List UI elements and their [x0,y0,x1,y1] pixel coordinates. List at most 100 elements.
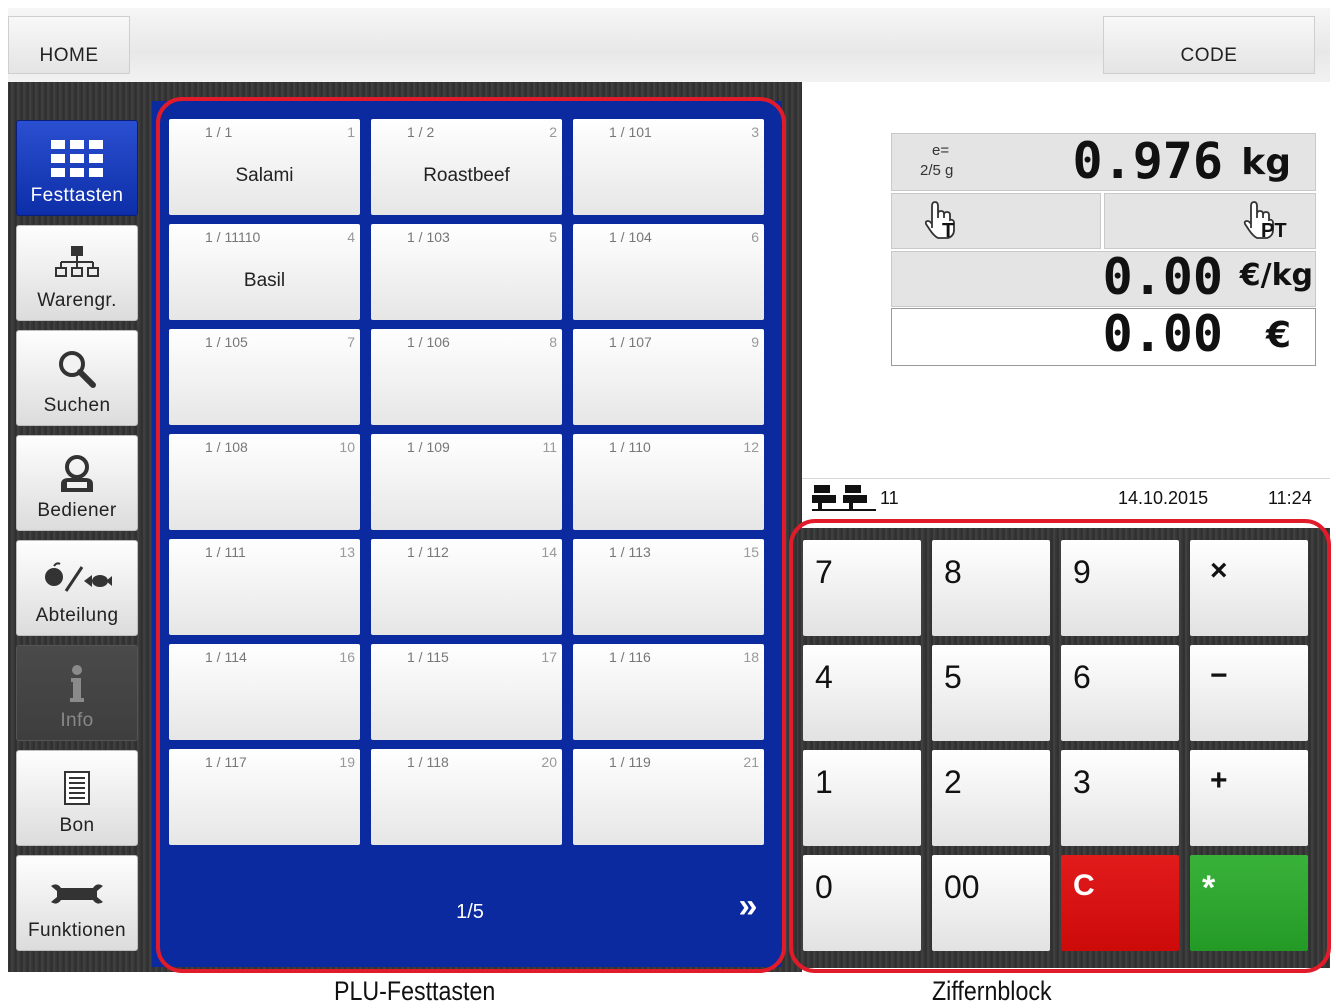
clear-key[interactable]: C [1061,855,1179,951]
weight-row: e= 2/5 g 0.976 kg [891,132,1316,191]
plu-key[interactable]: 1 / 116 18 [573,644,764,740]
plu-panel: 1 / 1 1 Salami 1 / 2 2 Roastbeef 1 / 101 3 1 / 1… [152,101,782,967]
plu-key[interactable]: 1 / 104 6 [573,224,764,320]
numpad-key[interactable]: 1 [803,750,921,846]
plu-index: 3 [751,124,759,140]
plu-key[interactable]: 1 / 114 16 [169,644,360,740]
sidebar-item-suchen[interactable]: Suchen [16,330,138,426]
e-value: 2/5 g [920,162,954,179]
sidebar-item-bediener[interactable]: Bediener [16,435,138,531]
plu-key[interactable]: 1 / 108 10 [169,434,360,530]
status-bar: 11 14.10.2015 11:24 [802,478,1330,518]
plu-index: 4 [347,229,355,245]
plu-key[interactable]: 1 / 112 14 [371,539,562,635]
sidebar-item-festtasten[interactable]: Festtasten [16,120,138,216]
scale-display: e= 2/5 g 0.976 kg T PT 0.00 €/kg 0.00 € [891,132,1316,366]
plu-key[interactable]: 1 / 118 20 [371,749,562,845]
numpad-key[interactable]: 2 [932,750,1050,846]
plu-code: 1 / 109 [407,439,450,455]
total-row: 0.00 € [891,305,1316,366]
plu-key[interactable]: 1 / 11110 4 Basil [169,224,360,320]
sidebar-item-label: Warengr. [37,290,117,311]
plu-code: 1 / 117 [205,754,247,770]
sidebar-item-label: Bon [59,815,95,836]
plu-index: 17 [541,649,557,665]
operator-key[interactable]: × [1190,540,1308,636]
department-icon [42,557,112,601]
plu-key[interactable]: 1 / 113 15 [573,539,764,635]
plu-index: 9 [751,334,759,350]
sidebar-item-label: Abteilung [35,605,119,626]
numpad-key[interactable]: 9 [1061,540,1179,636]
plu-key[interactable]: 1 / 101 3 [573,119,764,215]
plu-code: 1 / 112 [407,544,449,560]
sidebar-item-abteilung[interactable]: Abteilung [16,540,138,636]
operator-key[interactable]: − [1190,645,1308,741]
numpad-key[interactable]: 7 [803,540,921,636]
grid-icon [51,137,103,181]
sidebar-item-label: Funktionen [27,920,126,941]
top-bar: HOME CODE [8,8,1330,82]
total-value: 0.00 [1102,305,1223,363]
plu-key[interactable]: 1 / 109 11 [371,434,562,530]
plu-key[interactable]: 1 / 110 12 [573,434,764,530]
plu-index: 10 [339,439,355,455]
plu-code: 1 / 116 [609,649,651,665]
plu-code: 1 / 114 [205,649,247,665]
plu-index: 16 [339,649,355,665]
plu-key[interactable]: 1 / 1 1 Salami [169,119,360,215]
sidebar-item-funktionen[interactable]: Funktionen [16,855,138,951]
unit-price-row: 0.00 €/kg [891,248,1316,307]
numpad-key[interactable]: 5 [932,645,1050,741]
tare-button[interactable]: T [891,193,1101,249]
sidebar-item-warengr[interactable]: Warengr. [16,225,138,321]
info-icon [67,662,87,706]
preset-tare-button[interactable]: PT [1104,193,1316,249]
numpad-key[interactable]: 3 [1061,750,1179,846]
sidebar-item-bon[interactable]: Bon [16,750,138,846]
numpad-key[interactable]: 4 [803,645,921,741]
plu-caption: PLU-Festtasten [334,976,496,1006]
plu-index: 14 [541,544,557,560]
plu-code: 1 / 104 [609,229,652,245]
plu-name: Salami [235,165,294,186]
numpad-key[interactable]: 0 [803,855,921,951]
plu-name: Roastbeef [423,165,510,186]
plu-index: 19 [339,754,355,770]
plu-key[interactable]: 1 / 106 8 [371,329,562,425]
plu-code: 1 / 11110 [205,229,261,245]
sidebar-item-label: Bediener [37,500,117,521]
plu-index: 12 [743,439,759,455]
plu-key[interactable]: 1 / 115 17 [371,644,562,740]
plu-key[interactable]: 1 / 119 21 [573,749,764,845]
e-label: e= [932,142,950,159]
plu-code: 1 / 108 [205,439,248,455]
next-page-button[interactable]: » [726,886,770,926]
unit-price-unit: €/kg [1239,258,1313,293]
scale-network-icon [812,483,876,518]
numpad-key[interactable]: 00 [932,855,1050,951]
numpad-caption: Ziffernblock [932,976,1052,1006]
plu-key[interactable]: 1 / 2 2 Roastbeef [371,119,562,215]
receipt-icon [62,767,92,811]
enter-key[interactable]: * [1190,855,1308,951]
plu-key[interactable]: 1 / 105 7 [169,329,360,425]
plu-key[interactable]: 1 / 103 5 [371,224,562,320]
plu-code: 1 / 101 [609,124,652,140]
operator-key[interactable]: + [1190,750,1308,846]
wrench-icon [49,872,105,916]
numpad-key[interactable]: 8 [932,540,1050,636]
code-button[interactable]: CODE [1103,16,1315,74]
plu-key[interactable]: 1 / 107 9 [573,329,764,425]
sidebar-item-label: Suchen [43,395,111,416]
total-unit: € [1265,315,1291,356]
home-button[interactable]: HOME [8,16,130,74]
numpad-key[interactable]: 6 [1061,645,1179,741]
plu-index: 20 [541,754,557,770]
plu-index: 13 [339,544,355,560]
unit-price-value: 0.00 [1102,248,1223,306]
plu-key[interactable]: 1 / 111 13 [169,539,360,635]
status-date: 14.10.2015 [1118,488,1209,508]
plu-key[interactable]: 1 / 117 19 [169,749,360,845]
tare-label: T [942,220,955,242]
